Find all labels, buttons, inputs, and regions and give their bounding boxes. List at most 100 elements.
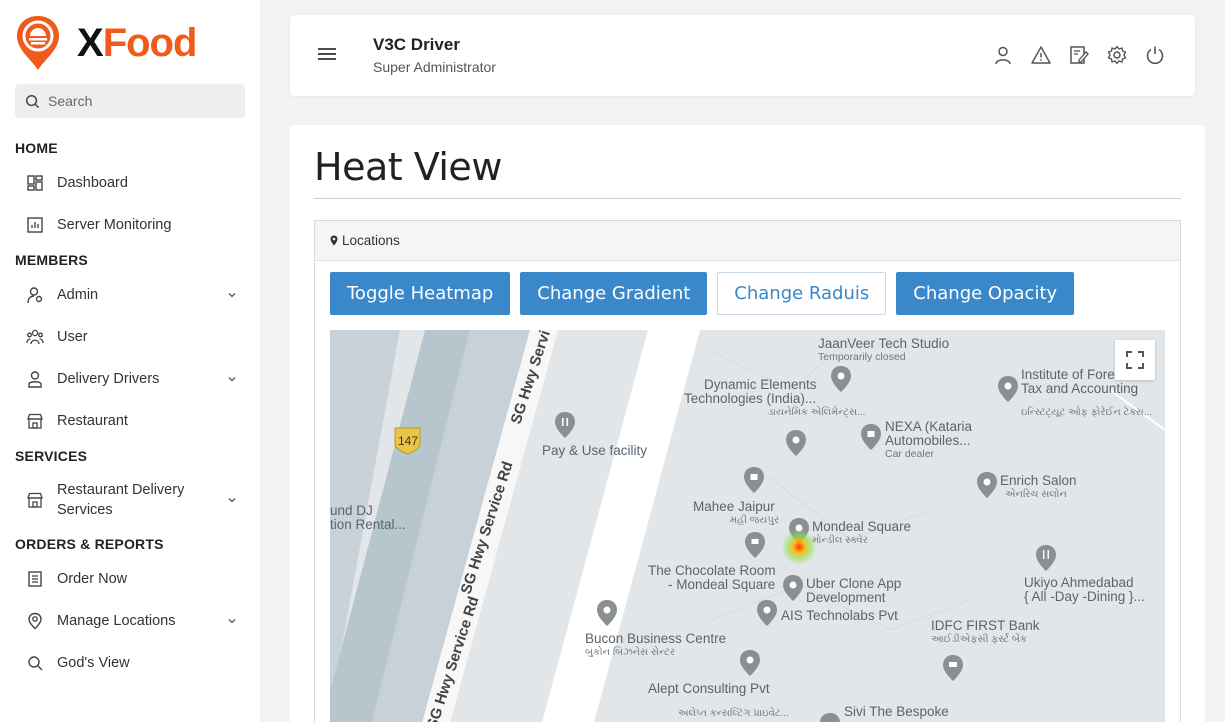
sidebar-item-label: God's View xyxy=(57,655,130,671)
monitoring-icon xyxy=(27,217,43,233)
sidebar-item-order-now[interactable]: Order Now xyxy=(0,558,260,600)
admin-icon xyxy=(27,287,43,304)
search-input[interactable]: Search xyxy=(15,84,245,118)
dashboard-icon xyxy=(27,175,43,191)
map-marker-icon xyxy=(330,235,338,246)
place-label: Alept Consulting Pvt xyxy=(648,681,770,696)
edit-icon[interactable] xyxy=(1069,45,1089,65)
sidebar-item-gods-view[interactable]: God's View xyxy=(0,642,260,684)
search-icon xyxy=(25,94,40,108)
place-label: Institute of Forei xyxy=(1021,367,1118,382)
chevron-down-icon xyxy=(228,619,236,624)
sidebar-item-label: Dashboard xyxy=(57,175,128,191)
heatmap-spot xyxy=(781,529,817,565)
fullscreen-button[interactable] xyxy=(1115,340,1155,380)
place-sublabel: મોન્ડીલ સ્ક્વેર xyxy=(812,533,868,546)
view-icon xyxy=(28,656,43,671)
toggle-heatmap-button[interactable]: Toggle Heatmap xyxy=(330,272,511,315)
heatmap-controls: Toggle Heatmap Change Gradient Change Ra… xyxy=(330,272,1075,315)
place-label: Sivi The Bespoke xyxy=(844,704,949,719)
header-bar: V3C Driver Super Administrator xyxy=(290,15,1195,96)
place-label: Uber Clone App xyxy=(806,576,901,591)
place-label: - Mondeal Square xyxy=(668,577,775,592)
brand-food: Food xyxy=(102,20,198,65)
fullscreen-icon xyxy=(1126,351,1144,369)
sidebar-item-restaurant-delivery-services[interactable]: Restaurant Delivery Services xyxy=(0,470,260,530)
place-label: Bucon Business Centre xyxy=(585,631,726,646)
sidebar-item-delivery-drivers[interactable]: Delivery Drivers xyxy=(0,358,260,400)
section-services: SERVICES xyxy=(15,448,88,464)
place-label: Dynamic Elements xyxy=(704,377,817,392)
road-number: 147 xyxy=(398,434,418,448)
sidebar-item-label: Delivery Drivers xyxy=(57,371,160,387)
place-label: JaanVeer Tech Studio xyxy=(818,336,949,351)
sidebar-item-manage-locations[interactable]: Manage Locations xyxy=(0,600,260,642)
brand-logo[interactable]: XFood xyxy=(15,14,198,72)
place-sublabel: અલેપ્ત કન્સલ્ટિંગ પ્રાઇવેટ... xyxy=(678,706,789,719)
page-title: Heat View xyxy=(314,145,502,189)
place-label: { All -Day -Dining }... xyxy=(1024,589,1145,604)
driver-icon xyxy=(28,371,42,388)
change-opacity-button[interactable]: Change Opacity xyxy=(896,272,1075,315)
chevron-down-icon xyxy=(228,498,236,503)
place-sublabel: Temporarily closed xyxy=(818,351,906,363)
section-members: MEMBERS xyxy=(15,252,88,268)
place-label: und DJ xyxy=(330,503,373,518)
place-label: Technologies (India)... xyxy=(684,391,816,406)
sidebar: XFood Search HOME Dashboard Server Monit… xyxy=(0,0,260,722)
change-radius-button[interactable]: Change Raduis xyxy=(717,272,887,315)
panel-header: Locations xyxy=(315,221,1180,261)
user-icon[interactable] xyxy=(993,45,1013,65)
title-divider xyxy=(314,198,1181,199)
sidebar-item-server-monitoring[interactable]: Server Monitoring xyxy=(0,204,260,246)
sidebar-item-restaurant[interactable]: Restaurant xyxy=(0,400,260,442)
search-placeholder: Search xyxy=(48,93,93,109)
sidebar-item-label: Restaurant Delivery Services xyxy=(57,482,185,518)
heat-map[interactable]: 147 SG Hwy Servi SG Hwy Service Rd SG Hw… xyxy=(330,330,1165,722)
place-label: Mondeal Square xyxy=(812,519,911,534)
place-label: Development xyxy=(806,590,886,605)
section-orders-reports: ORDERS & REPORTS xyxy=(15,536,164,552)
sidebar-menu: HOME Dashboard Server Monitoring MEMBERS… xyxy=(0,134,260,684)
map-canvas[interactable]: 147 SG Hwy Servi SG Hwy Service Rd SG Hw… xyxy=(330,330,1165,722)
place-label: Mahee Jaipur xyxy=(693,499,775,514)
sidebar-item-label: Restaurant xyxy=(57,413,128,429)
place-label: Pay & Use facility xyxy=(542,443,647,458)
user-role: Super Administrator xyxy=(373,59,496,75)
place-sublabel: બુકોન બિઝનેસ સેન્ટર xyxy=(585,645,675,658)
chevron-down-icon xyxy=(228,377,236,382)
settings-icon[interactable] xyxy=(1107,45,1127,65)
order-icon xyxy=(28,571,42,587)
change-gradient-button[interactable]: Change Gradient xyxy=(520,272,708,315)
main-content: Heat View Locations Toggle Heatmap Chang… xyxy=(290,125,1205,722)
place-label: AIS Technolabs Pvt xyxy=(781,608,898,623)
place-label: Automobiles... xyxy=(885,433,971,448)
place-sublabel: મહી જયપુર xyxy=(730,514,779,526)
place-label: NEXA (Kataria xyxy=(885,419,973,434)
place-label: IDFC FIRST Bank xyxy=(931,618,1040,633)
sidebar-item-admin[interactable]: Admin xyxy=(0,274,260,316)
alert-icon[interactable] xyxy=(1031,45,1051,65)
panel-title: Locations xyxy=(342,233,400,248)
place-sublabel: ઇન્સ્ટિટ્યૂટ ઓફ ફોરેઈન ટેક્સ... xyxy=(1021,405,1152,418)
xfood-logo-icon xyxy=(17,16,59,70)
brand-name: XFood xyxy=(77,20,198,66)
place-label: The Chocolate Room xyxy=(648,563,776,578)
sidebar-item-label: Order Now xyxy=(57,571,128,587)
sidebar-item-label: User xyxy=(57,329,88,345)
sidebar-item-user[interactable]: User xyxy=(0,316,260,358)
locations-panel: Locations Toggle Heatmap Change Gradient… xyxy=(314,220,1181,722)
chevron-down-icon xyxy=(228,293,236,298)
hamburger-menu-icon[interactable] xyxy=(318,47,336,61)
header-actions xyxy=(993,45,1165,65)
users-icon xyxy=(26,329,44,345)
sidebar-item-label: Server Monitoring xyxy=(57,217,172,233)
power-icon[interactable] xyxy=(1145,45,1165,65)
place-label: Ukiyo Ahmedabad xyxy=(1024,575,1134,590)
place-sublabel: એનરિચ સલોન xyxy=(1005,487,1067,500)
sidebar-item-label: Admin xyxy=(57,287,99,303)
place-sublabel: ડાયનેમિક એલિમેન્ટ્સ... xyxy=(768,405,865,418)
highway-shield: 147 xyxy=(394,427,421,455)
sidebar-item-dashboard[interactable]: Dashboard xyxy=(0,162,260,204)
sidebar-item-label: Manage Locations xyxy=(57,613,176,629)
